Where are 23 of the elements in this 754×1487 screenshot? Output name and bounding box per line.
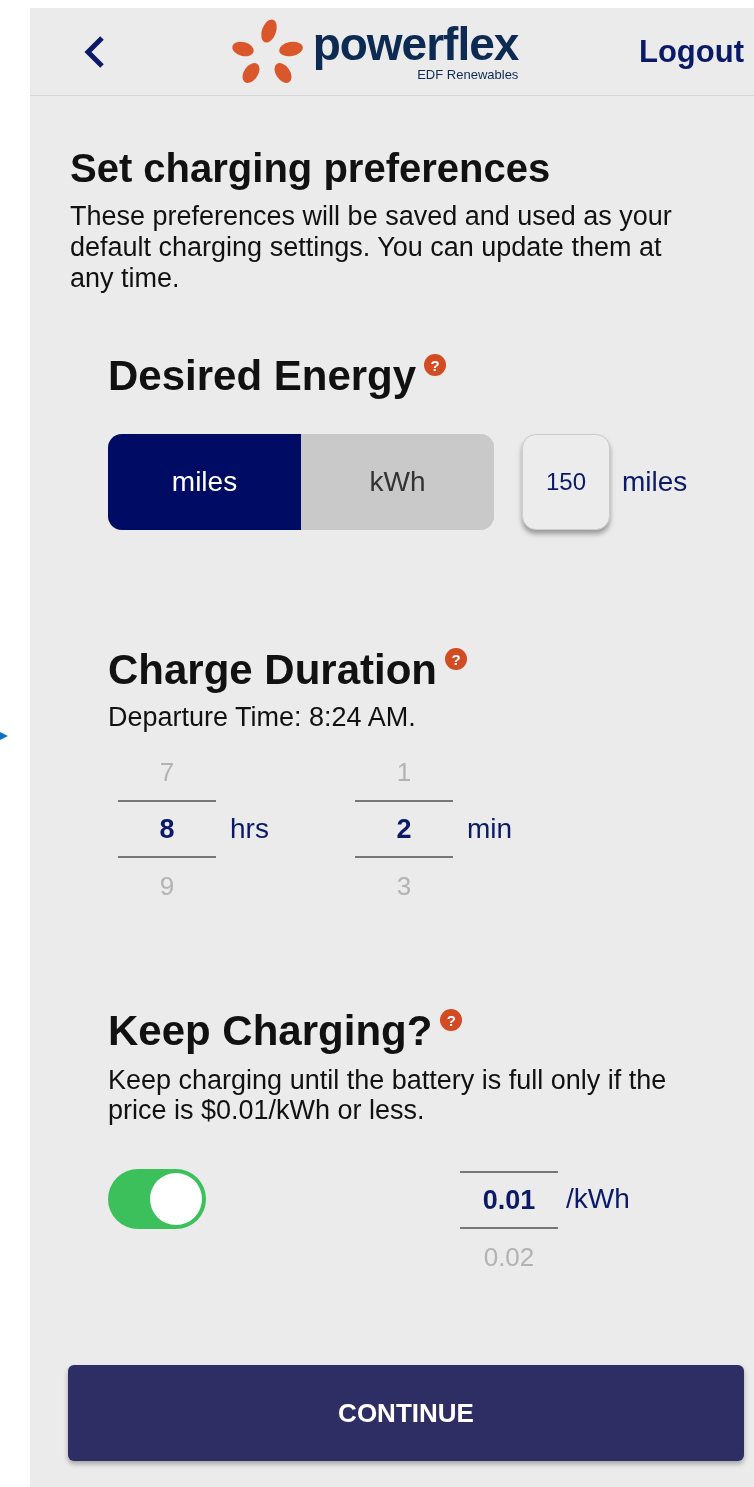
unit-label: /kWh bbox=[566, 1183, 630, 1215]
help-icon[interactable]: ? bbox=[445, 648, 468, 670]
unit-label: min bbox=[466, 813, 513, 845]
section-heading: Desired Energy bbox=[108, 352, 417, 400]
unit-tab[interactable]: miles bbox=[108, 434, 301, 530]
section-heading: Keep Charging? bbox=[108, 1007, 433, 1055]
keep-charging-text: Keep charging until the battery is full only if the price is $0.01/kWh or less. bbox=[108, 1065, 668, 1125]
help-icon[interactable]: ? bbox=[440, 1009, 463, 1031]
page-title: Set charging preferences bbox=[70, 146, 552, 191]
picker-value[interactable]: 0.01 bbox=[460, 1171, 558, 1229]
energy-input[interactable]: 150 bbox=[522, 434, 610, 530]
brand-subtitle: EDF Renewables bbox=[417, 67, 519, 82]
intro-text: These preferences will be saved and used as your default charging settings. You can update them at any time. bbox=[70, 201, 673, 294]
picker-value[interactable]: 2 bbox=[354, 800, 453, 858]
unit-label: hrs bbox=[230, 813, 269, 845]
departure-text: Departure Time: 8:24 AM. bbox=[108, 702, 417, 732]
toggle-switch[interactable] bbox=[108, 1169, 206, 1229]
section-heading: Charge Duration bbox=[108, 646, 438, 694]
logout-button[interactable]: Logout bbox=[639, 33, 744, 70]
continue-button[interactable]: CONTINUE bbox=[68, 1365, 744, 1461]
unit-label: miles bbox=[622, 466, 688, 498]
help-icon[interactable]: ? bbox=[424, 354, 447, 376]
picker-value[interactable]: 8 bbox=[118, 800, 216, 858]
